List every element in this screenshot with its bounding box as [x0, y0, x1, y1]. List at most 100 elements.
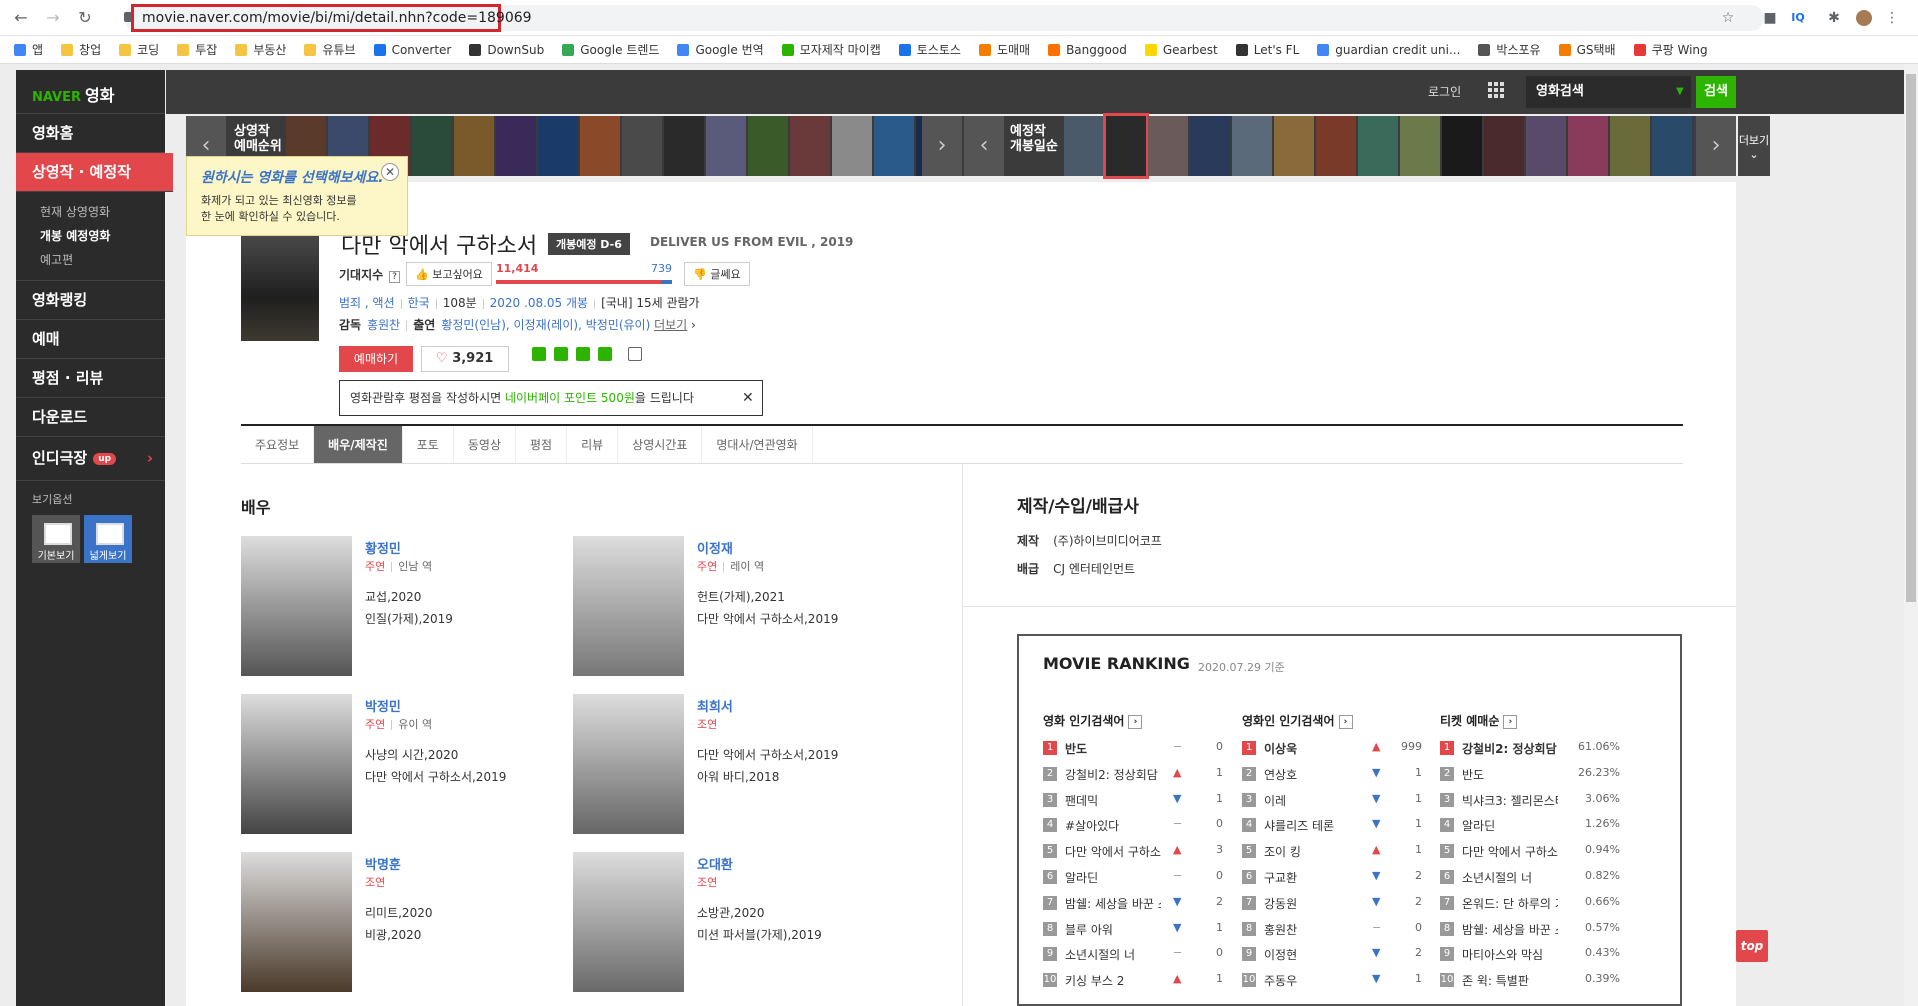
- bookmark-item[interactable]: 박스포유: [1478, 41, 1541, 58]
- poster-thumb[interactable]: [1568, 116, 1608, 176]
- rank-title[interactable]: 팬데믹: [1065, 792, 1161, 809]
- poster-thumb[interactable]: [832, 116, 872, 176]
- ranking-row[interactable]: 8 블루 아워 ▼ 1: [1043, 920, 1223, 946]
- actor-film[interactable]: 다만 악에서 구하소서,2019: [697, 610, 838, 627]
- top-button[interactable]: top: [1736, 930, 1768, 962]
- poster-thumb[interactable]: [412, 116, 452, 176]
- nav-indie[interactable]: 인디극장 up ›: [16, 437, 165, 481]
- actor-photo[interactable]: [573, 694, 684, 834]
- bookmark-item[interactable]: 코딩: [119, 41, 159, 58]
- ranking-row[interactable]: 5 다만 악에서 구하소서 ▲ 3: [1043, 842, 1223, 868]
- rank-title[interactable]: 소년시절의 너: [1065, 946, 1161, 963]
- bookmark-item[interactable]: Google 트렌드: [562, 41, 659, 58]
- bookmark-item[interactable]: 토스토스: [898, 41, 961, 58]
- poster-thumb[interactable]: [1064, 116, 1104, 176]
- rank-title[interactable]: 이상욱: [1264, 740, 1360, 757]
- actor-photo[interactable]: [241, 852, 352, 992]
- poster-thumb[interactable]: [1316, 116, 1356, 176]
- rank-title[interactable]: 이정현: [1264, 946, 1360, 963]
- ranking-row[interactable]: 4 #살아있다 − 0: [1043, 816, 1223, 842]
- ranking-row[interactable]: 10 존 윅: 특별판 0.39%: [1440, 971, 1620, 997]
- search-type-select[interactable]: 영화검색: [1526, 76, 1691, 108]
- actor-name[interactable]: 최희서: [697, 696, 733, 715]
- rank-title[interactable]: 블루 아워: [1065, 921, 1161, 938]
- nav-sub-upcoming[interactable]: 개봉 예정영화: [40, 224, 165, 248]
- want-button[interactable]: 👍 보고싶어요: [406, 262, 492, 286]
- movie-poster[interactable]: [241, 233, 319, 341]
- search-button[interactable]: 검색: [1696, 76, 1736, 108]
- ranking-row[interactable]: 6 소년시절의 너 0.82%: [1440, 868, 1620, 894]
- nav-sub-trailer[interactable]: 예고편: [40, 248, 165, 272]
- like-button[interactable]: ♡ 3,921: [421, 346, 509, 372]
- ranking-row[interactable]: 2 반도 26.23%: [1440, 765, 1620, 791]
- ranking-row[interactable]: 1 반도 − 0: [1043, 739, 1223, 765]
- rank-title[interactable]: 구교환: [1264, 869, 1360, 886]
- poster-thumb[interactable]: [1442, 116, 1482, 176]
- ranking-row[interactable]: 9 소년시절의 너 − 0: [1043, 945, 1223, 971]
- poster-thumb[interactable]: [874, 116, 914, 176]
- rank-title[interactable]: 온워드: 단 하루의 기적: [1462, 895, 1558, 912]
- ranking-row[interactable]: 4 샤를리즈 테론 ▼ 1: [1242, 816, 1422, 842]
- poster-thumb[interactable]: [454, 116, 494, 176]
- rank-title[interactable]: 반도: [1462, 766, 1558, 783]
- actor-name[interactable]: 박정민: [365, 696, 401, 715]
- rank-title[interactable]: 강철비2: 정상회담: [1462, 740, 1558, 757]
- poster-thumb[interactable]: [664, 116, 704, 176]
- ranking-column-header[interactable]: 영화인 인기검색어 ›: [1242, 712, 1422, 729]
- actor-film[interactable]: 미션 파서블(가제),2019: [697, 926, 822, 943]
- bookmark-item[interactable]: 앱: [14, 41, 43, 58]
- actor-film[interactable]: 인질(가제),2019: [365, 610, 453, 627]
- cast-more-link[interactable]: 더보기: [654, 318, 687, 332]
- poster-thumb[interactable]: [496, 116, 536, 176]
- actor-photo[interactable]: [573, 852, 684, 992]
- ranking-row[interactable]: 2 강철비2: 정상회담 ▲ 1: [1043, 765, 1223, 791]
- ranking-row[interactable]: 7 온워드: 단 하루의 기적 0.66%: [1440, 894, 1620, 920]
- poster-thumb[interactable]: [706, 116, 746, 176]
- poster-thumb[interactable]: [1232, 116, 1272, 176]
- bookmark-item[interactable]: 창업: [61, 41, 101, 58]
- actor-film[interactable]: 사냥의 시간,2020: [365, 746, 458, 763]
- naver-movie-logo[interactable]: NAVER 영화: [16, 70, 165, 114]
- ranking-row[interactable]: 3 이레 ▼ 1: [1242, 791, 1422, 817]
- poster-thumb[interactable]: [790, 116, 830, 176]
- ranking-row[interactable]: 7 밤쉘: 세상을 바꾼 스캔들 ▼ 2: [1043, 894, 1223, 920]
- rank-title[interactable]: 반도: [1065, 740, 1161, 757]
- bookmark-item[interactable]: Converter: [373, 43, 451, 57]
- tab-item[interactable]: 상영시간표: [618, 426, 703, 463]
- reload-icon[interactable]: ↻: [76, 9, 94, 27]
- cafe-share-icon[interactable]: [554, 347, 568, 361]
- rank-title[interactable]: 밤쉘: 세상을 바꾼 스캔들: [1462, 921, 1558, 938]
- ranking-row[interactable]: 4 알라딘 1.26%: [1440, 816, 1620, 842]
- rank-title[interactable]: 홍원찬: [1264, 921, 1360, 938]
- star-icon[interactable]: ☆: [1720, 10, 1736, 26]
- actor-film[interactable]: 아워 바디,2018: [697, 768, 779, 785]
- forward-icon[interactable]: →: [44, 9, 62, 27]
- ranking-row[interactable]: 3 빅샤크3: 젤리몬스터 3.06%: [1440, 791, 1620, 817]
- nav-review[interactable]: 평점 · 리뷰: [16, 359, 165, 398]
- rank-title[interactable]: #살아있다: [1065, 817, 1161, 834]
- poster-thumb[interactable]: [1484, 116, 1524, 176]
- strip-next-left-icon[interactable]: ›: [922, 116, 962, 176]
- strip-next-right-icon[interactable]: ›: [1696, 116, 1736, 176]
- view-wide-button[interactable]: 넓게보기: [84, 515, 132, 563]
- ranking-column-header[interactable]: 영화 인기검색어 ›: [1043, 712, 1223, 729]
- poster-thumb[interactable]: [1358, 116, 1398, 176]
- poster-thumb[interactable]: [1526, 116, 1566, 176]
- rank-title[interactable]: 밤쉘: 세상을 바꾼 스캔들: [1065, 895, 1161, 912]
- bookmark-item[interactable]: DownSub: [469, 43, 544, 57]
- grid-icon[interactable]: [1488, 82, 1504, 98]
- rank-title[interactable]: 존 윅: 특별판: [1462, 972, 1558, 989]
- ranking-row[interactable]: 3 팬데믹 ▼ 1: [1043, 791, 1223, 817]
- not-sure-button[interactable]: 👎 글쎄요: [684, 262, 750, 286]
- poster-thumb[interactable]: [1148, 116, 1188, 176]
- rank-title[interactable]: 조이 킹: [1264, 843, 1360, 860]
- tab-item[interactable]: 리뷰: [567, 426, 619, 463]
- actor-film[interactable]: 헌트(가제),2021: [697, 588, 785, 605]
- menu-icon[interactable]: ⋮: [1884, 10, 1900, 26]
- ranking-row[interactable]: 2 연상호 ▼ 1: [1242, 765, 1422, 791]
- ranking-row[interactable]: 5 다만 악에서 구하소서 0.94%: [1440, 842, 1620, 868]
- actor-film[interactable]: 교섭,2020: [365, 588, 421, 605]
- tab-item[interactable]: 주요정보: [241, 426, 315, 463]
- nav-now-upcoming[interactable]: 상영작 · 예정작: [16, 153, 173, 192]
- blog-share-icon[interactable]: [532, 347, 546, 361]
